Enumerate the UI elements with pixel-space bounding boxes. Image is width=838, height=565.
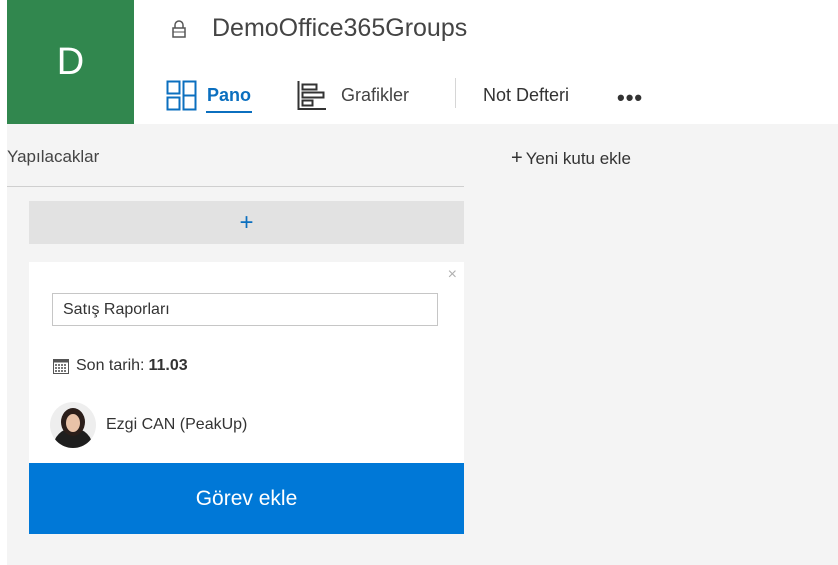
new-bucket-label: Yeni kutu ekle: [525, 149, 631, 168]
bucket-title: Yapılacaklar: [7, 147, 100, 166]
board-icon: [166, 80, 197, 110]
more-icon[interactable]: •••: [617, 85, 643, 111]
add-task-bar[interactable]: +: [29, 201, 464, 244]
assignee-name: Ezgi CAN (PeakUp): [106, 416, 248, 433]
due-date[interactable]: Son tarih: 11.03: [53, 357, 188, 375]
plus-icon: +: [239, 208, 254, 236]
new-task-card: × Son tarih: 11.03 Ezgi CAN (PeakUp) Gör…: [29, 262, 464, 534]
tab-pano-label: Pano: [205, 84, 253, 113]
close-icon[interactable]: ×: [448, 266, 457, 284]
due-date-value: 11.03: [148, 357, 188, 374]
left-edge: [0, 124, 7, 565]
calendar-icon: [53, 358, 69, 374]
add-task-button[interactable]: Görev ekle: [29, 463, 464, 534]
task-title-input[interactable]: [52, 293, 438, 326]
group-tile: D: [7, 0, 134, 124]
group-name: DemoOffice365Groups: [212, 14, 468, 42]
tab-pano[interactable]: Pano: [166, 80, 253, 113]
avatar: [50, 402, 96, 448]
plus-icon: +: [511, 147, 523, 169]
tab-not-defteri-label: Not Defteri: [483, 84, 570, 105]
tab-not-defteri[interactable]: Not Defteri: [483, 80, 569, 110]
tab-grafikler[interactable]: Grafikler: [296, 80, 409, 110]
due-date-label: Son tarih:: [76, 357, 145, 374]
lock-icon: [172, 20, 186, 38]
tab-grafikler-label: Grafikler: [341, 84, 410, 105]
bucket-divider: [7, 186, 464, 187]
nav-divider: [455, 78, 456, 108]
assignee[interactable]: Ezgi CAN (PeakUp): [50, 402, 247, 448]
charts-icon: [297, 80, 326, 110]
group-initial: D: [56, 40, 85, 83]
new-bucket-button[interactable]: + Yeni kutu ekle: [511, 147, 631, 170]
